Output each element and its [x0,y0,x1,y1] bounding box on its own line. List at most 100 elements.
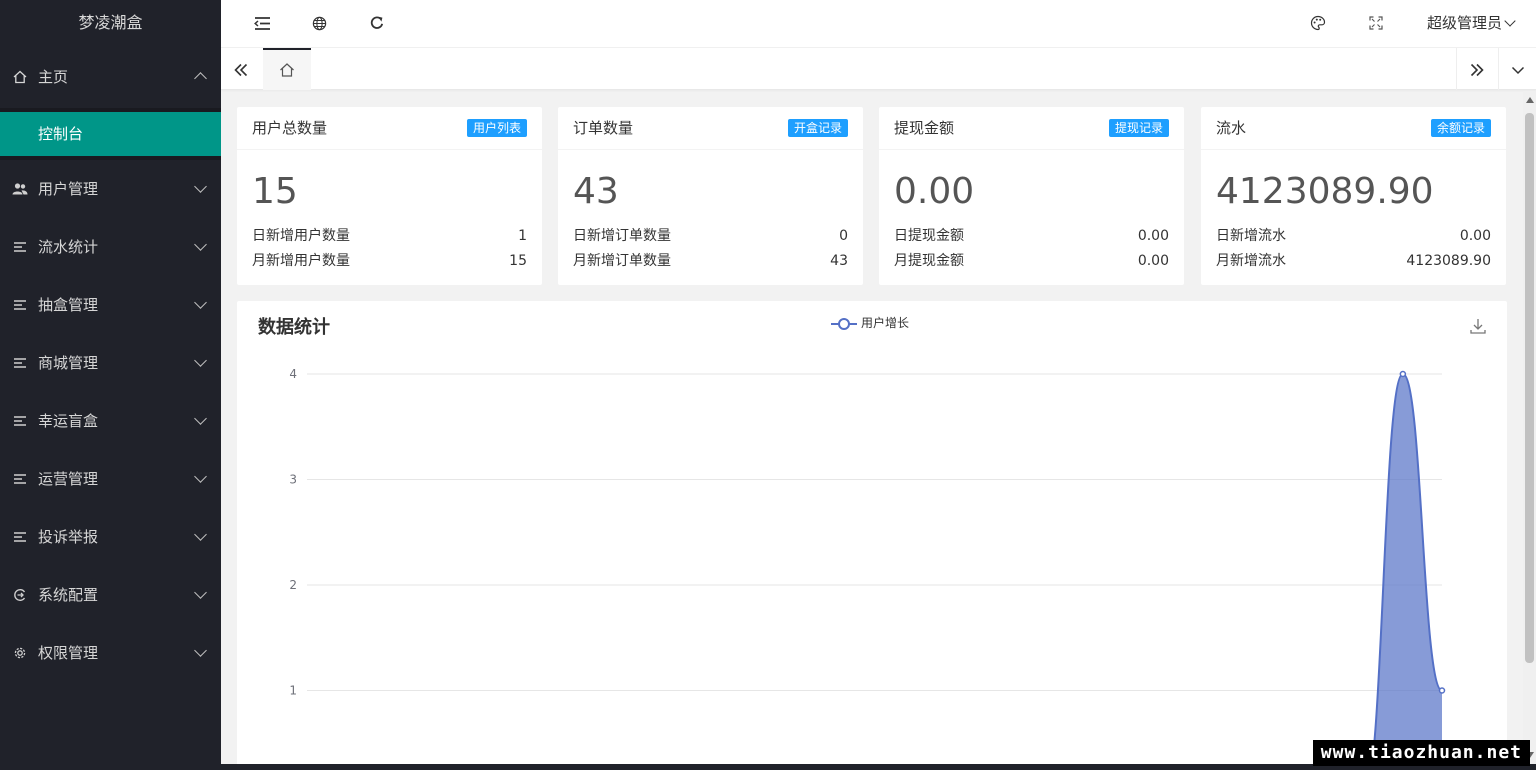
tab-home[interactable] [263,48,311,90]
data-point [1438,687,1446,694]
sidebar-item-mall[interactable]: 商城管理 [0,334,221,392]
stat-label: 月新增用户数量 [252,253,350,269]
legend-marker [831,317,857,331]
tab-options-chevron-icon[interactable] [1499,48,1536,90]
sidebar-item-label: 投诉举报 [38,528,99,546]
stat-value: 0.00 [1137,228,1169,244]
chevron-down-icon [194,528,207,541]
card-total: 15 [252,171,298,212]
home-icon [12,46,28,108]
card-stat-row: 日提现金额 0.00 [879,224,1184,249]
y-tick-label: 3 [289,473,297,487]
chevron-down-icon [194,238,207,251]
chevron-down-icon [194,644,207,657]
card-link-badge[interactable]: 余额记录 [1430,119,1491,137]
card-total: 0.00 [894,171,975,212]
sidebar-item-label: 商城管理 [38,354,99,372]
sidebar-item-label: 幸运盲盒 [38,412,99,430]
sidebar-item-label: 抽盒管理 [38,296,99,314]
card-stat-row: 月提现金额 0.00 [879,249,1184,274]
sidebar-item-label: 权限管理 [38,644,99,662]
sidebar-item-operations[interactable]: 运营管理 [0,450,221,508]
sidebar-item-label: 运营管理 [38,470,99,488]
y-tick-label: 2 [289,578,297,592]
scroll-up-arrow-icon[interactable] [1526,97,1534,103]
chart-card: 1 2 3 4 数据统计 用户增长 [237,301,1507,770]
sidebar-item-label: 系统配置 [38,586,99,604]
watermark: www.tiaozhuan.net [1312,740,1530,766]
tab-bar [221,48,1536,90]
sidebar-item-box-draw[interactable]: 抽盒管理 [0,276,221,334]
chart-title: 数据统计 [258,317,330,338]
tab-scroll-right-icon[interactable] [1457,48,1497,90]
vertical-scrollbar[interactable] [1523,91,1536,770]
sidebar-item-system-config[interactable]: 系统配置 [0,566,221,624]
card-stat-row: 日新增订单数量 0 [558,224,863,249]
list-icon [12,276,28,334]
chevron-down-icon [194,470,207,483]
app-logo-title: 梦凌潮盒 [78,13,143,32]
chevron-down-icon [194,586,207,599]
card-link-badge[interactable]: 用户列表 [466,119,527,137]
card-stat-row: 月新增流水 4123089.90 [1201,249,1506,274]
users-icon [12,160,28,218]
stat-value: 1 [518,228,527,244]
chevron-down-icon [194,296,207,309]
card-link-badge[interactable]: 开盒记录 [787,119,848,137]
stat-label: 月提现金额 [894,253,964,269]
sidebar-item-users[interactable]: 用户管理 [0,160,221,218]
chevron-down-icon [194,412,207,425]
sidebar-item-lucky-box[interactable]: 幸运盲盒 [0,392,221,450]
stat-label: 日新增用户数量 [252,228,350,244]
stat-card-users: 用户总数量 用户列表 15 日新增用户数量 1 月新增用户数量 15 [237,107,542,285]
chevron-down-icon [194,180,207,193]
user-menu[interactable]: 超级管理员 [1427,0,1516,48]
stat-label: 月新增订单数量 [573,253,671,269]
stat-card-flow: 流水 余额记录 4123089.90 日新增流水 0.00 月新增流水 412308… [1201,107,1506,285]
card-header: 提现金额 提现记录 [879,107,1184,150]
stat-value: 4123089.90 [1406,253,1491,269]
y-tick-label: 1 [289,684,297,698]
tab-scroll-left-icon[interactable] [221,48,261,90]
list-icon [12,450,28,508]
collapse-menu-icon[interactable] [249,10,275,36]
stat-label: 日提现金额 [894,228,964,244]
chevron-up-icon [194,72,207,85]
sidebar-item-label: 用户管理 [38,180,99,198]
download-icon[interactable] [1469,317,1487,337]
stat-label: 日新增流水 [1216,228,1286,244]
sidebar: 梦凌潮盒 主页 控制台 用户管理 流水统计 抽盒管理 商城管理 幸运盲盒 运营管… [0,0,221,770]
sidebar-item-flow-stats[interactable]: 流水统计 [0,218,221,276]
sidebar-item-complaints[interactable]: 投诉举报 [0,508,221,566]
fullscreen-icon[interactable] [1363,10,1389,36]
card-stat-row: 月新增用户数量 15 [237,249,542,274]
main-content: 用户总数量 用户列表 15 日新增用户数量 1 月新增用户数量 15 订单数量 开盒… [221,91,1523,770]
stat-label: 日新增订单数量 [573,228,671,244]
list-icon [12,218,28,276]
y-tick-label: 4 [289,367,297,381]
card-link-badge[interactable]: 提现记录 [1108,119,1169,137]
series-area [1371,374,1442,770]
refresh-icon[interactable] [364,10,390,36]
sidebar-item-permissions[interactable]: 权限管理 [0,624,221,682]
stat-value: 43 [830,253,848,269]
stat-value: 0.00 [1137,253,1169,269]
window-bottom-edge [0,764,1536,770]
sidebar-item-label: 主页 [38,68,69,86]
card-header: 订单数量 开盒记录 [558,107,863,150]
sidebar-item-home[interactable]: 主页 [0,46,221,108]
card-total: 4123089.90 [1216,171,1434,212]
stat-value: 15 [509,253,527,269]
chevron-down-icon [194,354,207,367]
theme-palette-icon[interactable] [1305,10,1331,36]
home-icon [279,59,295,78]
stat-value: 0.00 [1459,228,1491,244]
card-stat-row: 日新增流水 0.00 [1201,224,1506,249]
scroll-thumb[interactable] [1525,113,1534,663]
card-header: 用户总数量 用户列表 [237,107,542,150]
stat-value: 0 [839,228,848,244]
config-icon [12,566,28,624]
sidebar-item-console[interactable]: 控制台 [0,112,221,156]
chart-legend[interactable]: 用户增长 [831,313,909,333]
globe-icon[interactable] [306,10,332,36]
